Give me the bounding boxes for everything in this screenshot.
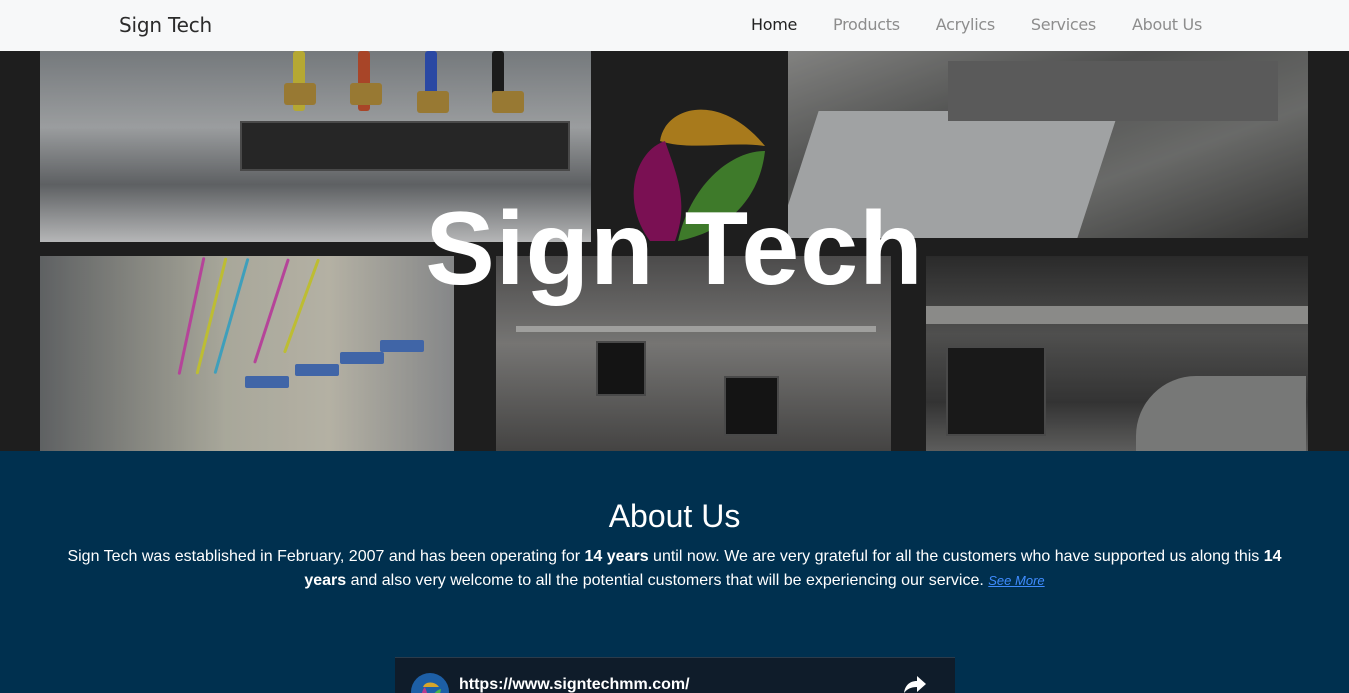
nav-item-acrylics[interactable]: Acrylics: [936, 15, 995, 34]
about-text-part: and also very welcome to all the potenti…: [346, 572, 989, 589]
years-highlight: 14 years: [584, 548, 649, 565]
nav-item-about-us[interactable]: About Us: [1132, 15, 1202, 34]
about-text-part: Sign Tech was established in February, 2…: [67, 548, 585, 565]
brand-logo-text[interactable]: Sign Tech: [119, 13, 212, 37]
nav-item-home[interactable]: Home: [751, 15, 797, 34]
hero-title: Sign Tech: [425, 191, 924, 307]
nav-item-services[interactable]: Services: [1031, 15, 1096, 34]
video-embed[interactable]: https://www.signtechmm.com/: [395, 657, 955, 693]
about-paragraph: Sign Tech was established in February, 2…: [60, 545, 1289, 593]
embed-url[interactable]: https://www.signtechmm.com/: [459, 676, 690, 693]
about-text-part: until now. We are very grateful for all …: [648, 548, 1264, 565]
top-navbar: Sign Tech Home Products Acrylics Service…: [0, 0, 1349, 51]
hero-banner: Sign Tech: [0, 51, 1349, 451]
see-more-link[interactable]: See More: [988, 573, 1044, 588]
about-heading: About Us: [608, 498, 741, 534]
channel-avatar-icon[interactable]: [411, 673, 449, 693]
main-nav: Home Products Acrylics Services About Us: [715, 15, 1202, 34]
nav-item-products[interactable]: Products: [833, 15, 900, 34]
share-icon[interactable]: [903, 674, 927, 693]
